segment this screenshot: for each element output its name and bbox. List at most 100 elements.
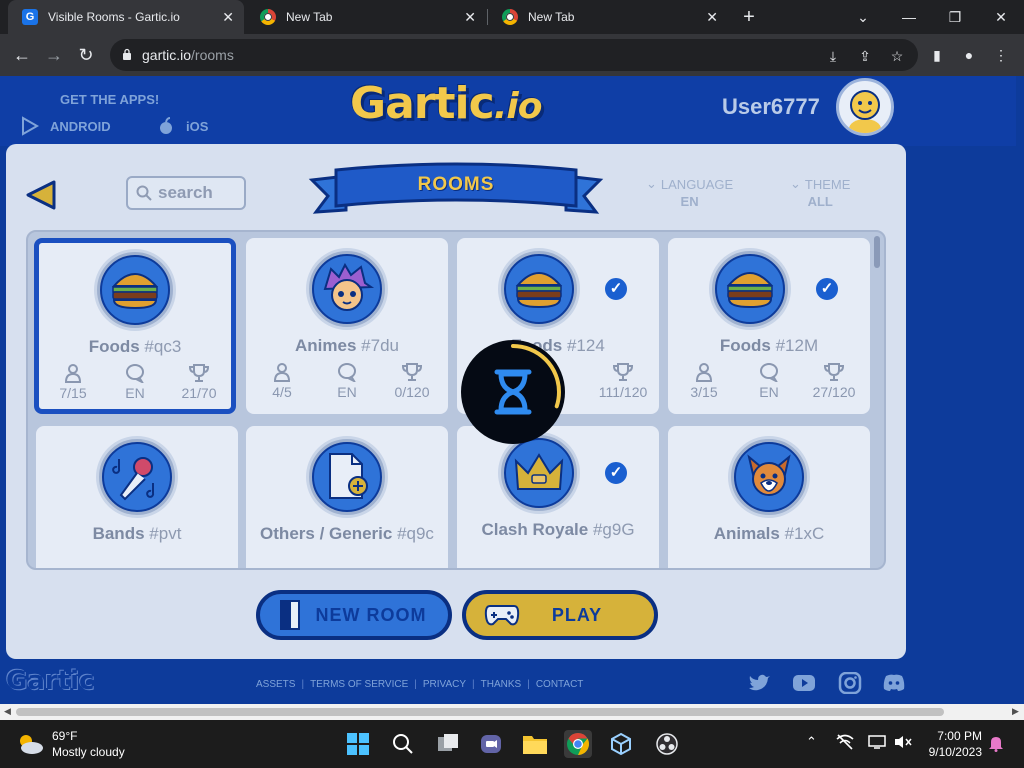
tab-title: New Tab xyxy=(528,10,575,24)
reload-icon[interactable]: ↻ xyxy=(74,43,98,67)
room-card-foods-qc3[interactable]: Foods #qc3 7/15 EN 21/70 xyxy=(34,238,236,414)
menu-kebab-icon[interactable]: ⋮ xyxy=(992,46,1010,64)
room-emblem xyxy=(728,436,810,518)
browser-tab-bar: G Visible Rooms - Gartic.io ✕ New Tab ✕ … xyxy=(0,0,1024,34)
bald-avatar-icon xyxy=(849,90,881,133)
share-icon[interactable]: ⇪ xyxy=(856,47,874,65)
room-emblem xyxy=(709,248,791,330)
room-card-others-generic[interactable]: Others / Generic #q9c xyxy=(246,426,448,568)
minimize-icon[interactable]: — xyxy=(886,0,932,34)
tray-chevron-up-icon[interactable]: ⌃ xyxy=(806,734,817,750)
theme-filter[interactable]: ⌄ THEME ALL xyxy=(790,176,850,209)
youtube-icon[interactable] xyxy=(792,672,816,694)
new-tab-plus-icon[interactable]: + xyxy=(738,6,760,28)
instagram-icon[interactable] xyxy=(838,672,862,694)
tab-title: New Tab xyxy=(286,10,333,24)
discord-icon[interactable] xyxy=(882,672,906,694)
room-card-bands-pvt[interactable]: Bands #pvt xyxy=(36,426,238,568)
room-title: Animes #7du xyxy=(295,336,399,355)
side-panel-icon[interactable]: ▮ xyxy=(928,46,946,64)
search-box[interactable] xyxy=(126,176,246,210)
avatar[interactable] xyxy=(836,78,894,136)
room-emblem xyxy=(94,249,176,331)
back-triangle-icon[interactable] xyxy=(24,178,58,212)
restore-icon[interactable]: ❐ xyxy=(932,0,978,34)
android-app-link[interactable]: ANDROID xyxy=(20,116,111,136)
room-card-foods-12m[interactable]: ✓ Foods #12M 3/15 EN 27/120 xyxy=(668,238,870,414)
gartic-page: GET THE APPS! ANDROID iOS Gartic.io User… xyxy=(0,76,1016,704)
browser-toolbar: ← → ↻ gartic.io/rooms ⤓ ⇪ ☆ ▮ ● ⋮ xyxy=(0,34,1024,76)
room-title: Clash Royale #g9G xyxy=(481,520,635,539)
footer-link-assets[interactable]: ASSETS xyxy=(256,679,295,690)
footer-link-terms[interactable]: TERMS OF SERVICE xyxy=(310,679,408,690)
room-players: 3/15 xyxy=(674,362,734,400)
ios-app-link[interactable]: iOS xyxy=(156,116,208,136)
install-app-icon[interactable]: ⤓ xyxy=(824,47,842,65)
search-input[interactable] xyxy=(158,183,242,203)
forward-arrow-icon[interactable]: → xyxy=(42,43,66,67)
language-filter[interactable]: ⌄ LANGUAGE EN xyxy=(646,176,733,209)
footer-link-privacy[interactable]: PRIVACY xyxy=(423,679,466,690)
scroll-right-arrow-icon[interactable]: ▶ xyxy=(1012,706,1019,717)
theme-label: THEME xyxy=(804,176,851,192)
profile-icon[interactable]: ● xyxy=(960,46,978,64)
loading-spinner xyxy=(461,340,565,444)
get-apps-title: GET THE APPS! xyxy=(60,92,160,107)
weather-widget[interactable]: 69°F Mostly cloudy xyxy=(16,728,125,760)
footer-gartic-logo[interactable]: Gartic xyxy=(6,666,94,696)
rooms-scrollbar[interactable] xyxy=(874,236,880,268)
file-explorer-icon[interactable] xyxy=(521,730,549,758)
clock-date: 9/10/2023 xyxy=(928,745,982,759)
room-card-clash-royale[interactable]: ✓ Clash Royale #g9G xyxy=(457,426,659,568)
room-language: EN xyxy=(317,362,377,400)
scroll-left-arrow-icon[interactable]: ◀ xyxy=(4,706,11,717)
play-label: PLAY xyxy=(551,604,603,625)
room-card-animes-7du[interactable]: Animes #7du 4/5 EN 0/120 xyxy=(246,238,448,414)
footer-link-contact[interactable]: CONTACT xyxy=(536,679,584,690)
speaker-muted-icon[interactable] xyxy=(894,734,912,753)
task-view-icon[interactable] xyxy=(434,730,462,758)
room-card-animals-1xc[interactable]: Animals #1xC xyxy=(668,426,870,568)
address-bar[interactable]: gartic.io/rooms ⤓ ⇪ ☆ xyxy=(110,39,918,71)
rooms-grid[interactable]: Foods #qc3 7/15 EN 21/70 Animes #7du 4/5… xyxy=(26,230,886,570)
footer-link-thanks[interactable]: THANKS xyxy=(481,679,522,690)
horizontal-scroll-thumb[interactable] xyxy=(16,708,944,716)
obs-icon[interactable] xyxy=(653,730,681,758)
room-language: EN xyxy=(739,362,799,400)
windows-start-icon[interactable] xyxy=(344,730,372,758)
chevron-down-icon: ⌄ xyxy=(646,176,657,191)
tab-close-icon[interactable]: ✕ xyxy=(464,9,476,26)
tab-search-chevron-icon[interactable]: ⌄ xyxy=(840,0,886,34)
user-icon xyxy=(695,363,713,382)
tab-close-icon[interactable]: ✕ xyxy=(706,9,718,26)
username[interactable]: User6777 xyxy=(722,94,820,120)
tab-visible-rooms[interactable]: G Visible Rooms - Gartic.io ✕ xyxy=(8,0,244,34)
chat-bubble-icon xyxy=(338,363,356,382)
page-header: GET THE APPS! ANDROID iOS Gartic.io User… xyxy=(0,76,1016,146)
back-arrow-icon[interactable]: ← xyxy=(10,43,34,67)
display-icon[interactable] xyxy=(868,734,886,753)
new-room-button[interactable]: NEW ROOM xyxy=(256,590,452,640)
tab-close-icon[interactable]: ✕ xyxy=(222,9,234,26)
teams-chat-icon[interactable] xyxy=(477,730,505,758)
tab-new-tab-2[interactable]: New Tab ✕ xyxy=(488,0,728,34)
crown-icon xyxy=(514,453,564,490)
notification-bell-icon[interactable] xyxy=(988,734,1004,755)
room-score: 27/120 xyxy=(804,362,864,400)
twitter-icon[interactable] xyxy=(748,672,772,694)
play-button[interactable]: PLAY xyxy=(462,590,658,640)
search-icon[interactable] xyxy=(389,730,417,758)
chrome-taskbar-icon[interactable] xyxy=(564,730,592,758)
window-close-icon[interactable]: ✕ xyxy=(978,0,1024,34)
network-offline-icon[interactable] xyxy=(836,734,854,753)
virtualbox-icon[interactable] xyxy=(607,730,635,758)
play-store-icon xyxy=(22,116,40,136)
document-plus-icon xyxy=(329,453,368,499)
bookmark-star-icon[interactable]: ☆ xyxy=(888,47,906,65)
tab-new-tab-1[interactable]: New Tab ✕ xyxy=(246,0,486,34)
gartic-logo[interactable]: Gartic.io xyxy=(350,78,542,129)
room-emblem xyxy=(498,432,580,514)
system-clock[interactable]: 7:00 PM 9/10/2023 xyxy=(922,728,982,760)
horizontal-scrollbar[interactable]: ◀ ▶ xyxy=(0,704,1024,720)
room-players: 4/5 xyxy=(252,362,312,400)
